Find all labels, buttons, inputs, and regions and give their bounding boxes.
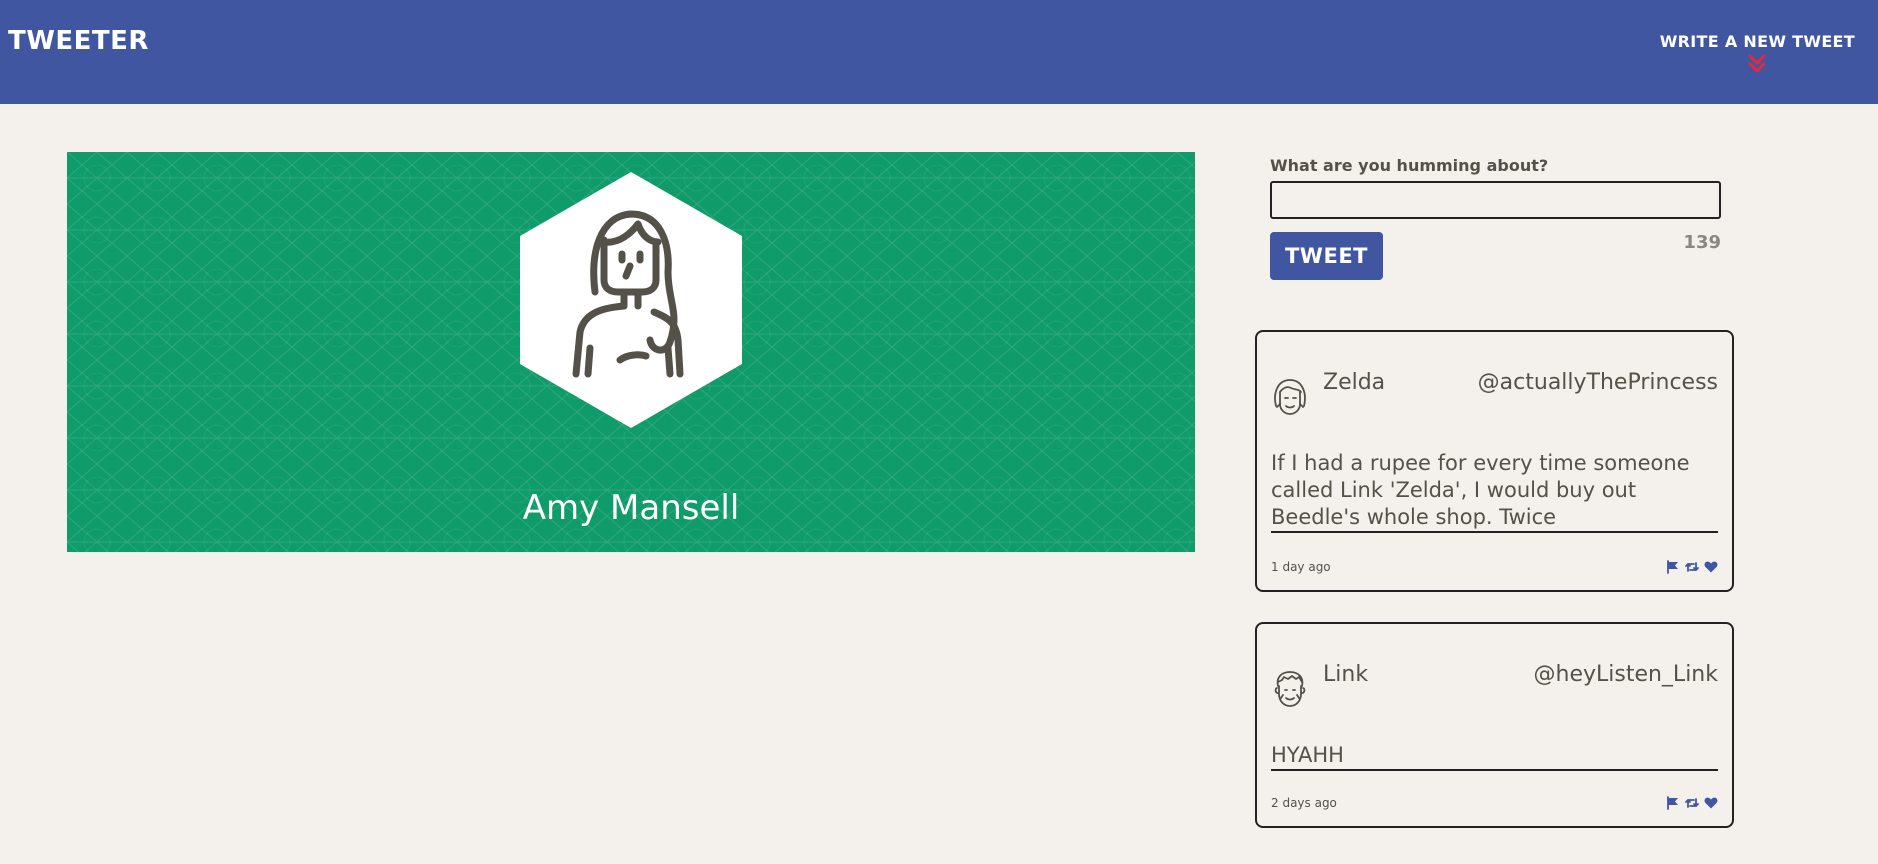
boy-avatar-icon — [1274, 671, 1306, 707]
write-new-tweet-label: Write a new tweet — [1659, 32, 1855, 51]
tweet-footer: 2 days ago — [1271, 796, 1718, 816]
tweet-author-name: Link — [1323, 662, 1369, 687]
tweet-text-input[interactable] — [1270, 181, 1721, 219]
tweet-card: Link @heyListen_Link HYAHH 2 days ago — [1255, 622, 1734, 828]
top-nav: Tweeter Write a new tweet — [0, 0, 1878, 104]
heart-icon[interactable] — [1704, 796, 1718, 810]
tweet-author-name: Zelda — [1323, 370, 1386, 395]
flag-icon[interactable] — [1666, 560, 1680, 574]
tweet-actions — [1666, 560, 1718, 574]
tweet-card: Zelda @actuallyThePrincess If I had a ru… — [1255, 330, 1734, 592]
tweet-header: Link @heyListen_Link — [1271, 662, 1719, 707]
tweet-text: HYAHH — [1271, 742, 1718, 771]
tweet-timestamp: 2 days ago — [1271, 796, 1337, 810]
woman-avatar-icon — [520, 172, 742, 428]
tweet-footer: 1 day ago — [1271, 560, 1718, 580]
heart-icon[interactable] — [1704, 560, 1718, 574]
tweet-author-handle: @heyListen_Link — [1533, 662, 1719, 687]
flag-icon[interactable] — [1666, 796, 1680, 810]
girl-avatar-icon — [1274, 379, 1306, 415]
profile-name: Amy Mansell — [522, 488, 740, 528]
double-chevron-down-icon[interactable] — [1745, 53, 1769, 75]
tweet-text: If I had a rupee for every time someone … — [1271, 450, 1718, 533]
new-tweet-label: What are you humming about? — [1270, 156, 1549, 175]
brand-logo: Tweeter — [8, 26, 149, 56]
new-tweet-form: What are you humming about? Tweet 139 — [1270, 156, 1721, 280]
tweet-author-handle: @actuallyThePrincess — [1477, 370, 1718, 395]
tweet-submit-button[interactable]: Tweet — [1270, 232, 1383, 280]
profile-banner: Amy Mansell — [67, 152, 1195, 552]
retweet-icon[interactable] — [1685, 796, 1699, 810]
tweet-header: Zelda @actuallyThePrincess — [1271, 370, 1718, 415]
write-new-tweet-toggle[interactable]: Write a new tweet — [1660, 32, 1855, 75]
character-counter: 139 — [1683, 232, 1721, 253]
retweet-icon[interactable] — [1685, 560, 1699, 574]
tweet-timestamp: 1 day ago — [1271, 560, 1331, 574]
tweet-actions — [1666, 796, 1718, 810]
